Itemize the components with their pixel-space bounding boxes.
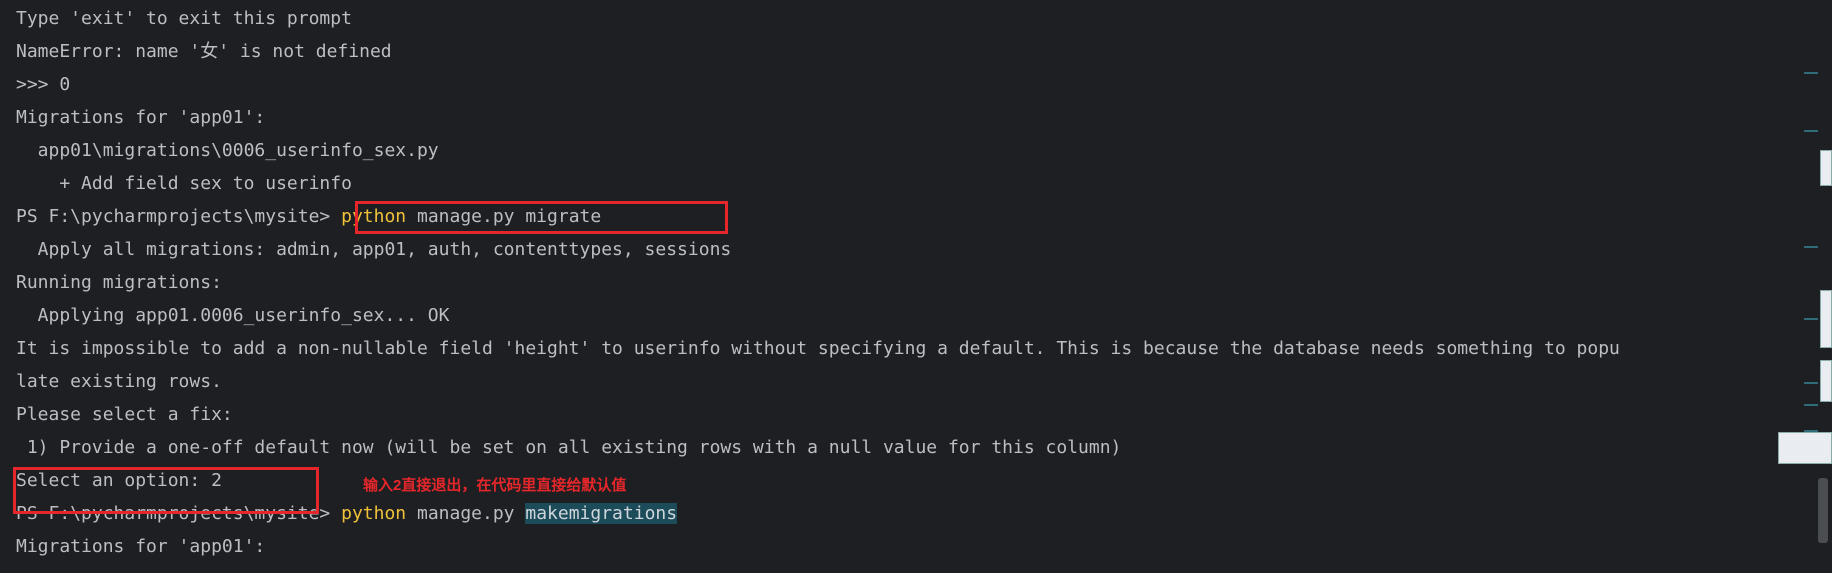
terminal-line: Running migrations:: [16, 272, 222, 293]
terminal-line: NameError: name '女' is not defined: [16, 41, 392, 62]
terminal-line: 1) Provide a one-off default now (will b…: [16, 437, 1122, 458]
selected-text[interactable]: makemigrations: [525, 503, 678, 524]
terminal-command-line-migrate: PS F:\pycharmprojects\mysite> python man…: [16, 200, 1796, 233]
command-keyword: python: [341, 503, 407, 524]
highlight-box-migrate: [355, 201, 728, 234]
minimap-thumbnail: [1820, 290, 1832, 348]
terminal-line: Migrations for 'app01':: [16, 536, 266, 557]
scrollbar[interactable]: [1778, 0, 1832, 573]
scroll-marker: [1804, 404, 1818, 406]
terminal-line: Please select a fix:: [16, 404, 233, 425]
command-args: manage.py: [406, 503, 526, 524]
terminal-line: Apply all migrations: admin, app01, auth…: [16, 239, 732, 260]
terminal-line: late existing rows.: [16, 371, 222, 392]
minimap-thumbnail: [1820, 360, 1832, 402]
minimap-thumbnail: [1820, 150, 1832, 186]
minimap-thumbnail: [1778, 432, 1832, 464]
scroll-marker: [1804, 382, 1818, 384]
scrollbar-thumb[interactable]: [1818, 478, 1828, 543]
scroll-marker: [1804, 318, 1818, 320]
annotation-note: 输入2直接退出，在代码里直接给默认值: [363, 477, 627, 494]
scroll-marker: [1804, 130, 1818, 132]
highlight-box-select-option: [13, 467, 319, 514]
terminal-line: Type 'exit' to exit this prompt: [16, 8, 352, 29]
terminal-line: + Add field sex to userinfo: [16, 173, 352, 194]
scroll-marker: [1804, 246, 1818, 248]
shell-prompt: PS F:\pycharmprojects\mysite>: [16, 206, 342, 227]
terminal-line: Applying app01.0006_userinfo_sex... OK: [16, 305, 450, 326]
terminal-line: Migrations for 'app01':: [16, 107, 266, 128]
scroll-marker: [1804, 72, 1818, 74]
terminal-line: >>> 0: [16, 74, 71, 95]
terminal-line: It is impossible to add a non-nullable f…: [16, 338, 1620, 359]
terminal-window[interactable]: Type 'exit' to exit this prompt NameErro…: [0, 0, 1832, 573]
terminal-line: app01\migrations\0006_userinfo_sex.py: [16, 140, 439, 161]
